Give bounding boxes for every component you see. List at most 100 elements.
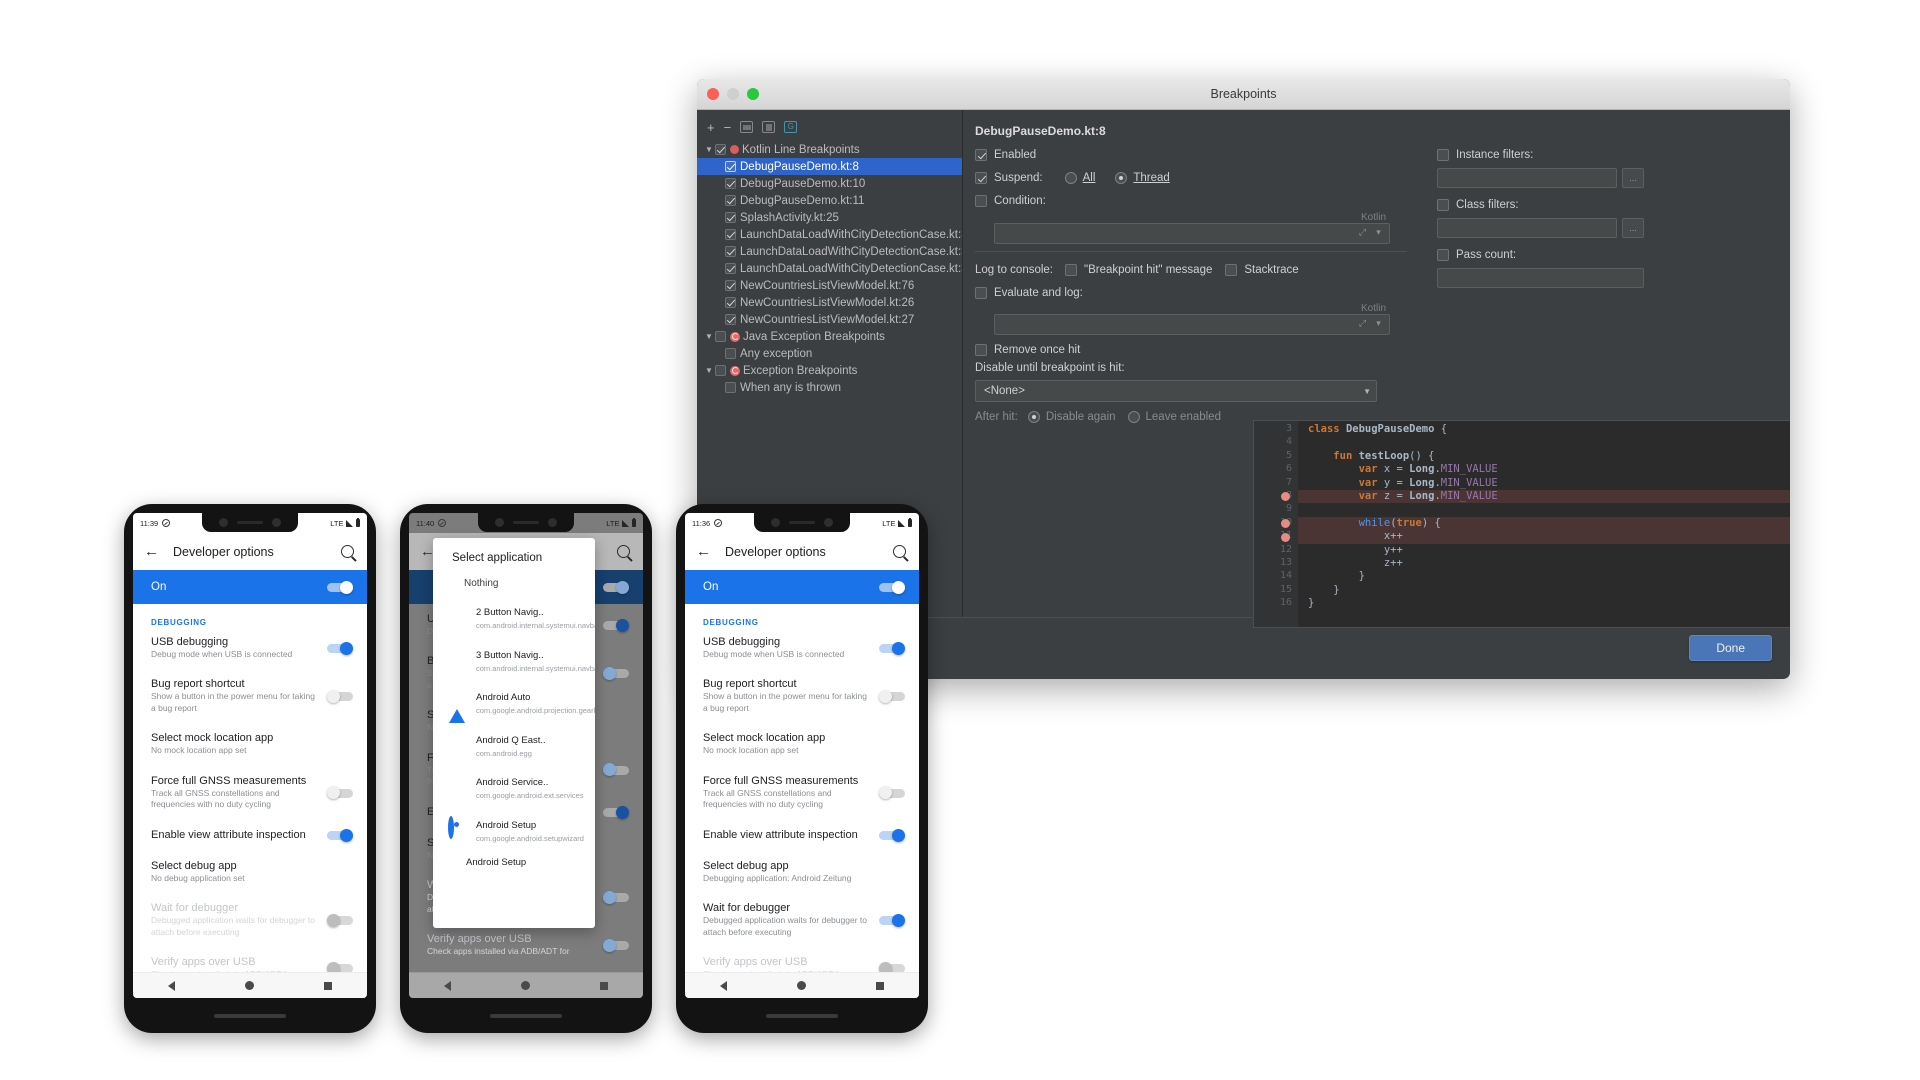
- preference-toggle[interactable]: [603, 805, 629, 819]
- after-hit-leave-enabled-radio[interactable]: [1127, 411, 1140, 423]
- back-arrow-icon[interactable]: ←: [144, 543, 166, 560]
- breakpoint-tree-row[interactable]: LaunchDataLoadWithCityDetectionCase.kt:3…: [697, 260, 962, 277]
- preference-row[interactable]: Select debug appNo debug application set: [133, 851, 367, 893]
- breakpoint-tree-row[interactable]: LaunchDataLoadWithCityDetectionCase.kt:3…: [697, 243, 962, 260]
- group-by-group-icon[interactable]: [784, 121, 798, 133]
- nav-home-icon[interactable]: [521, 981, 530, 990]
- nav-back-icon[interactable]: [720, 980, 727, 991]
- stacktrace-checkbox[interactable]: [1225, 264, 1238, 276]
- expand-arrow-icon[interactable]: ▼: [703, 366, 715, 375]
- breakpoint-enabled-checkbox[interactable]: [725, 212, 736, 223]
- condition-row[interactable]: Condition:: [975, 195, 1415, 207]
- breakpoint-tree-row[interactable]: DebugPauseDemo.kt:8: [697, 158, 962, 175]
- instance-filters-checkbox[interactable]: [1437, 149, 1449, 161]
- condition-checkbox[interactable]: [975, 195, 987, 207]
- nav-recents-icon[interactable]: [324, 981, 332, 990]
- enabled-checkbox-row[interactable]: Enabled: [975, 149, 1415, 161]
- preference-row[interactable]: Select mock location appNo mock location…: [685, 723, 919, 765]
- breakpoint-enabled-checkbox[interactable]: [725, 229, 736, 240]
- breakpoint-enabled-checkbox[interactable]: [725, 382, 736, 393]
- nav-home-icon[interactable]: [245, 981, 254, 990]
- evaluate-history-icon[interactable]: ▾: [1372, 317, 1385, 330]
- search-icon[interactable]: [617, 545, 630, 558]
- class-filters-row[interactable]: Class filters:: [1437, 199, 1659, 211]
- remove-once-hit-checkbox[interactable]: [975, 344, 987, 356]
- remove-breakpoint-button[interactable]: −: [724, 121, 732, 134]
- preference-toggle[interactable]: [603, 890, 629, 904]
- enabled-checkbox[interactable]: [975, 149, 987, 161]
- breakpoint-enabled-checkbox[interactable]: [715, 331, 726, 342]
- nav-back-icon[interactable]: [168, 980, 175, 991]
- preference-toggle[interactable]: [879, 786, 905, 800]
- breakpoint-enabled-checkbox[interactable]: [725, 178, 736, 189]
- preference-toggle[interactable]: [879, 913, 905, 927]
- preference-row[interactable]: Select debug app Debugging application: A…: [685, 851, 919, 893]
- preference-toggle[interactable]: [603, 763, 629, 777]
- master-switch-toggle[interactable]: [327, 580, 353, 594]
- breakpoint-tree-row[interactable]: ▼ Exception Breakpoints: [697, 362, 962, 379]
- application-list-item[interactable]: 3 Button Navig.. com.android.internal.sys…: [433, 632, 595, 675]
- suspend-row[interactable]: Suspend: All Thread: [975, 172, 1415, 184]
- preference-row[interactable]: Enable view attribute inspection: [133, 820, 367, 851]
- breakpoint-tree-row[interactable]: When any is thrown: [697, 379, 962, 396]
- preference-row[interactable]: Bug report shortcutShow a button in the …: [685, 669, 919, 723]
- pass-count-row[interactable]: Pass count:: [1437, 249, 1659, 261]
- preference-toggle[interactable]: [327, 913, 353, 927]
- done-button[interactable]: Done: [1689, 635, 1772, 661]
- evaluate-and-log-checkbox[interactable]: [975, 287, 987, 299]
- application-list-item[interactable]: Android Setup com.google.android.setupwiz…: [433, 802, 595, 845]
- code-gutter[interactable]: 3 45 67 89 10111213 1415 16: [1254, 421, 1298, 627]
- condition-history-icon[interactable]: ▾: [1372, 226, 1385, 239]
- preference-row[interactable]: Verify apps over USBCheck apps installed…: [409, 924, 643, 966]
- gutter-breakpoint-icon[interactable]: [1281, 492, 1290, 502]
- nav-recents-icon[interactable]: [600, 981, 608, 990]
- back-arrow-icon[interactable]: ←: [696, 543, 718, 560]
- dialog-option-last[interactable]: Android Setup: [433, 844, 595, 868]
- preference-row[interactable]: USB debuggingDebug mode when USB is conn…: [685, 627, 919, 669]
- preference-toggle[interactable]: [327, 689, 353, 703]
- breakpoint-tree-row[interactable]: DebugPauseDemo.kt:11: [697, 192, 962, 209]
- developer-options-master-switch-row[interactable]: On: [685, 570, 919, 604]
- breakpoint-enabled-checkbox[interactable]: [725, 161, 736, 172]
- preference-toggle[interactable]: [327, 641, 353, 655]
- suspend-checkbox[interactable]: [975, 172, 987, 184]
- expand-arrow-icon[interactable]: ▼: [703, 145, 715, 154]
- breakpoint-tree-row[interactable]: SplashActivity.kt:25: [697, 209, 962, 226]
- breakpoint-tree-row[interactable]: LaunchDataLoadWithCityDetectionCase.kt:3…: [697, 226, 962, 243]
- evaluate-and-log-row[interactable]: Evaluate and log:: [975, 287, 1415, 299]
- breakpoint-enabled-checkbox[interactable]: [725, 314, 736, 325]
- gutter-breakpoint-icon[interactable]: [1281, 519, 1290, 529]
- gutter-breakpoint-icon[interactable]: [1281, 532, 1290, 542]
- search-icon[interactable]: [893, 545, 906, 558]
- preference-toggle[interactable]: [603, 938, 629, 952]
- breakpoint-enabled-checkbox[interactable]: [725, 348, 736, 359]
- class-filters-checkbox[interactable]: [1437, 199, 1449, 211]
- group-by-class-icon[interactable]: [762, 121, 776, 133]
- breakpoint-tree-row[interactable]: ▼ Java Exception Breakpoints: [697, 328, 962, 345]
- condition-expand-icon[interactable]: ⤢: [1356, 226, 1369, 239]
- breakpoint-tree-row[interactable]: Any exception: [697, 345, 962, 362]
- application-list-item[interactable]: 2 Button Navig.. com.android.internal.sys…: [433, 589, 595, 632]
- preference-toggle[interactable]: [879, 828, 905, 842]
- expand-arrow-icon[interactable]: ▼: [703, 332, 715, 341]
- remove-once-hit-row[interactable]: Remove once hit: [975, 344, 1415, 356]
- nav-home-icon[interactable]: [797, 981, 806, 990]
- disable-until-dropdown[interactable]: <None> ▼: [975, 380, 1377, 402]
- breakpoint-tree-row[interactable]: ▼ Kotlin Line Breakpoints: [697, 141, 962, 158]
- breakpoint-tree-row[interactable]: NewCountriesListViewModel.kt:76: [697, 277, 962, 294]
- group-by-file-icon[interactable]: [740, 121, 754, 133]
- preference-row[interactable]: Enable view attribute inspection: [685, 820, 919, 851]
- instance-filters-input[interactable]: [1437, 168, 1617, 188]
- breakpoint-enabled-checkbox[interactable]: [715, 144, 726, 155]
- breakpoint-enabled-checkbox[interactable]: [725, 263, 736, 274]
- breakpoint-enabled-checkbox[interactable]: [725, 195, 736, 206]
- breakpoint-enabled-checkbox[interactable]: [725, 297, 736, 308]
- class-filters-browse-button[interactable]: ...: [1622, 218, 1644, 238]
- developer-options-master-switch-row[interactable]: On: [133, 570, 367, 604]
- breakpoint-hit-message-checkbox[interactable]: [1065, 264, 1078, 276]
- after-hit-disable-again-radio[interactable]: [1027, 411, 1040, 423]
- preference-row[interactable]: Bug report shortcutShow a button in the …: [133, 669, 367, 723]
- breakpoint-enabled-checkbox[interactable]: [725, 246, 736, 257]
- preference-toggle[interactable]: [327, 828, 353, 842]
- pass-count-input[interactable]: [1437, 268, 1644, 288]
